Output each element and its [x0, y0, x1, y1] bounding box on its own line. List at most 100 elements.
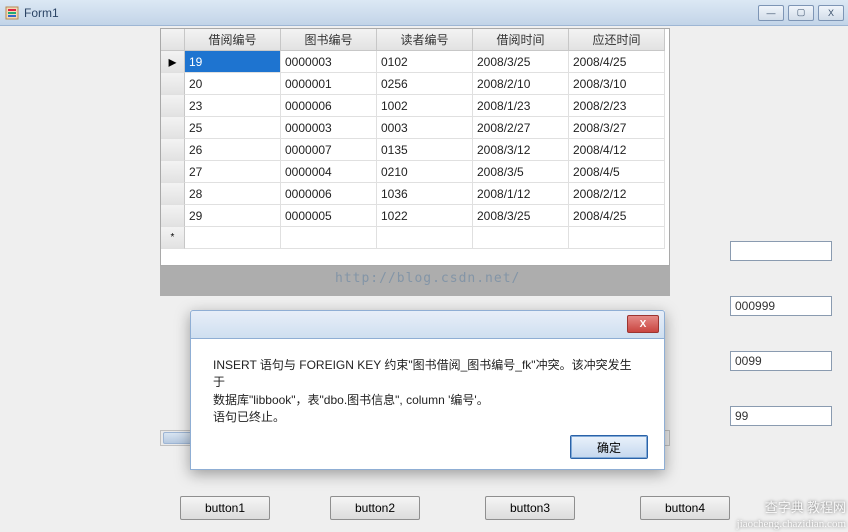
cell[interactable]: 19 [185, 51, 281, 73]
cell[interactable]: 1036 [377, 183, 473, 205]
cell[interactable]: 2008/2/10 [473, 73, 569, 95]
grid-corner [161, 29, 185, 51]
window-controls: — ▢ X [758, 5, 844, 21]
source-watermark-large: 查字典 教程网 [765, 497, 846, 516]
cell[interactable] [185, 227, 281, 249]
dialog-line-2: 数据库"libbook"，表"dbo.图书信息", column '编号'。 [213, 392, 642, 409]
textbox-4[interactable] [730, 406, 832, 426]
source-watermark-small: jiaocheng.chazidian.com [737, 518, 846, 530]
cell[interactable]: 2008/4/5 [569, 161, 665, 183]
cell[interactable]: 23 [185, 95, 281, 117]
row-header[interactable] [161, 183, 185, 205]
cell[interactable]: 25 [185, 117, 281, 139]
table-row[interactable]: 28000000610362008/1/122008/2/12 [161, 183, 669, 205]
watermark-text: http://blog.csdn.net/ [335, 271, 520, 286]
dialog-close-button[interactable]: X [627, 315, 659, 333]
cell[interactable]: 0135 [377, 139, 473, 161]
row-header[interactable] [161, 73, 185, 95]
cell[interactable]: 0000006 [281, 95, 377, 117]
client-area: 借阅编号 图书编号 读者编号 借阅时间 应还时间 ▸19000000301022… [0, 26, 848, 532]
cell[interactable]: 0000003 [281, 51, 377, 73]
minimize-button[interactable]: — [758, 5, 784, 21]
dialog-body: INSERT 语句与 FOREIGN KEY 约束"图书借阅_图书编号_fk"冲… [190, 338, 665, 470]
cell[interactable]: 2008/1/12 [473, 183, 569, 205]
table-row[interactable]: 29000000510222008/3/252008/4/25 [161, 205, 669, 227]
grid-header: 借阅编号 图书编号 读者编号 借阅时间 应还时间 [161, 29, 669, 51]
button-4[interactable]: button4 [640, 496, 730, 520]
row-header[interactable] [161, 161, 185, 183]
cell[interactable]: 2008/4/25 [569, 205, 665, 227]
cell[interactable]: 0000005 [281, 205, 377, 227]
cell[interactable]: 2008/2/27 [473, 117, 569, 139]
table-row[interactable]: 23000000610022008/1/232008/2/23 [161, 95, 669, 117]
close-button[interactable]: X [818, 5, 844, 21]
button-2[interactable]: button2 [330, 496, 420, 520]
table-row[interactable]: 27000000402102008/3/52008/4/5 [161, 161, 669, 183]
row-header[interactable] [161, 117, 185, 139]
cell[interactable]: 0102 [377, 51, 473, 73]
cell[interactable]: 2008/3/25 [473, 51, 569, 73]
cell[interactable]: 1002 [377, 95, 473, 117]
cell[interactable]: 0256 [377, 73, 473, 95]
textbox-2[interactable] [730, 296, 832, 316]
dialog-line-1: INSERT 语句与 FOREIGN KEY 约束"图书借阅_图书编号_fk"冲… [213, 357, 642, 392]
col-header-4[interactable]: 应还时间 [569, 29, 665, 51]
cell[interactable] [377, 227, 473, 249]
cell[interactable]: 0000003 [281, 117, 377, 139]
cell[interactable]: 0000004 [281, 161, 377, 183]
cell[interactable]: 2008/3/5 [473, 161, 569, 183]
col-header-1[interactable]: 图书编号 [281, 29, 377, 51]
row-header[interactable] [161, 139, 185, 161]
row-header[interactable]: ▸ [161, 51, 185, 73]
cell[interactable]: 26 [185, 139, 281, 161]
cell[interactable]: 2008/1/23 [473, 95, 569, 117]
button-3[interactable]: button3 [485, 496, 575, 520]
cell[interactable]: 2008/3/25 [473, 205, 569, 227]
grid-body: ▸19000000301022008/3/252008/4/2520000000… [161, 51, 669, 249]
cell[interactable]: 27 [185, 161, 281, 183]
col-header-2[interactable]: 读者编号 [377, 29, 473, 51]
scrollbar-thumb[interactable] [163, 432, 193, 444]
dialog-message: INSERT 语句与 FOREIGN KEY 约束"图书借阅_图书编号_fk"冲… [213, 357, 642, 427]
cell[interactable]: 29 [185, 205, 281, 227]
cell[interactable]: 20 [185, 73, 281, 95]
cell[interactable]: 2008/2/12 [569, 183, 665, 205]
error-dialog: X INSERT 语句与 FOREIGN KEY 约束"图书借阅_图书编号_fk… [190, 310, 665, 470]
new-row[interactable]: * [161, 227, 669, 249]
cell[interactable] [473, 227, 569, 249]
data-grid[interactable]: 借阅编号 图书编号 读者编号 借阅时间 应还时间 ▸19000000301022… [160, 28, 670, 266]
window-title: Form1 [24, 6, 758, 20]
table-row[interactable]: ▸19000000301022008/3/252008/4/25 [161, 51, 669, 73]
cell[interactable]: 2008/3/12 [473, 139, 569, 161]
textbox-3[interactable] [730, 351, 832, 371]
dialog-ok-button[interactable]: 确定 [570, 435, 648, 459]
table-row[interactable]: 26000000701352008/3/122008/4/12 [161, 139, 669, 161]
button-1[interactable]: button1 [180, 496, 270, 520]
dialog-titlebar[interactable]: X [190, 310, 665, 338]
cell[interactable]: 1022 [377, 205, 473, 227]
cell[interactable]: 0000006 [281, 183, 377, 205]
textbox-1[interactable] [730, 241, 832, 261]
dialog-line-3: 语句已终止。 [213, 409, 642, 426]
cell[interactable]: 2008/4/25 [569, 51, 665, 73]
cell[interactable]: 0210 [377, 161, 473, 183]
table-row[interactable]: 25000000300032008/2/272008/3/27 [161, 117, 669, 139]
cell[interactable]: 2008/3/10 [569, 73, 665, 95]
cell[interactable]: 0000007 [281, 139, 377, 161]
row-header[interactable] [161, 205, 185, 227]
table-row[interactable]: 20000000102562008/2/102008/3/10 [161, 73, 669, 95]
col-header-3[interactable]: 借阅时间 [473, 29, 569, 51]
app-icon [4, 5, 20, 21]
row-header[interactable] [161, 95, 185, 117]
titlebar: Form1 — ▢ X [0, 0, 848, 26]
cell[interactable]: 2008/3/27 [569, 117, 665, 139]
cell[interactable] [281, 227, 377, 249]
cell[interactable]: 2008/4/12 [569, 139, 665, 161]
cell[interactable]: 28 [185, 183, 281, 205]
col-header-0[interactable]: 借阅编号 [185, 29, 281, 51]
cell[interactable] [569, 227, 665, 249]
cell[interactable]: 0003 [377, 117, 473, 139]
cell[interactable]: 2008/2/23 [569, 95, 665, 117]
cell[interactable]: 0000001 [281, 73, 377, 95]
maximize-button[interactable]: ▢ [788, 5, 814, 21]
